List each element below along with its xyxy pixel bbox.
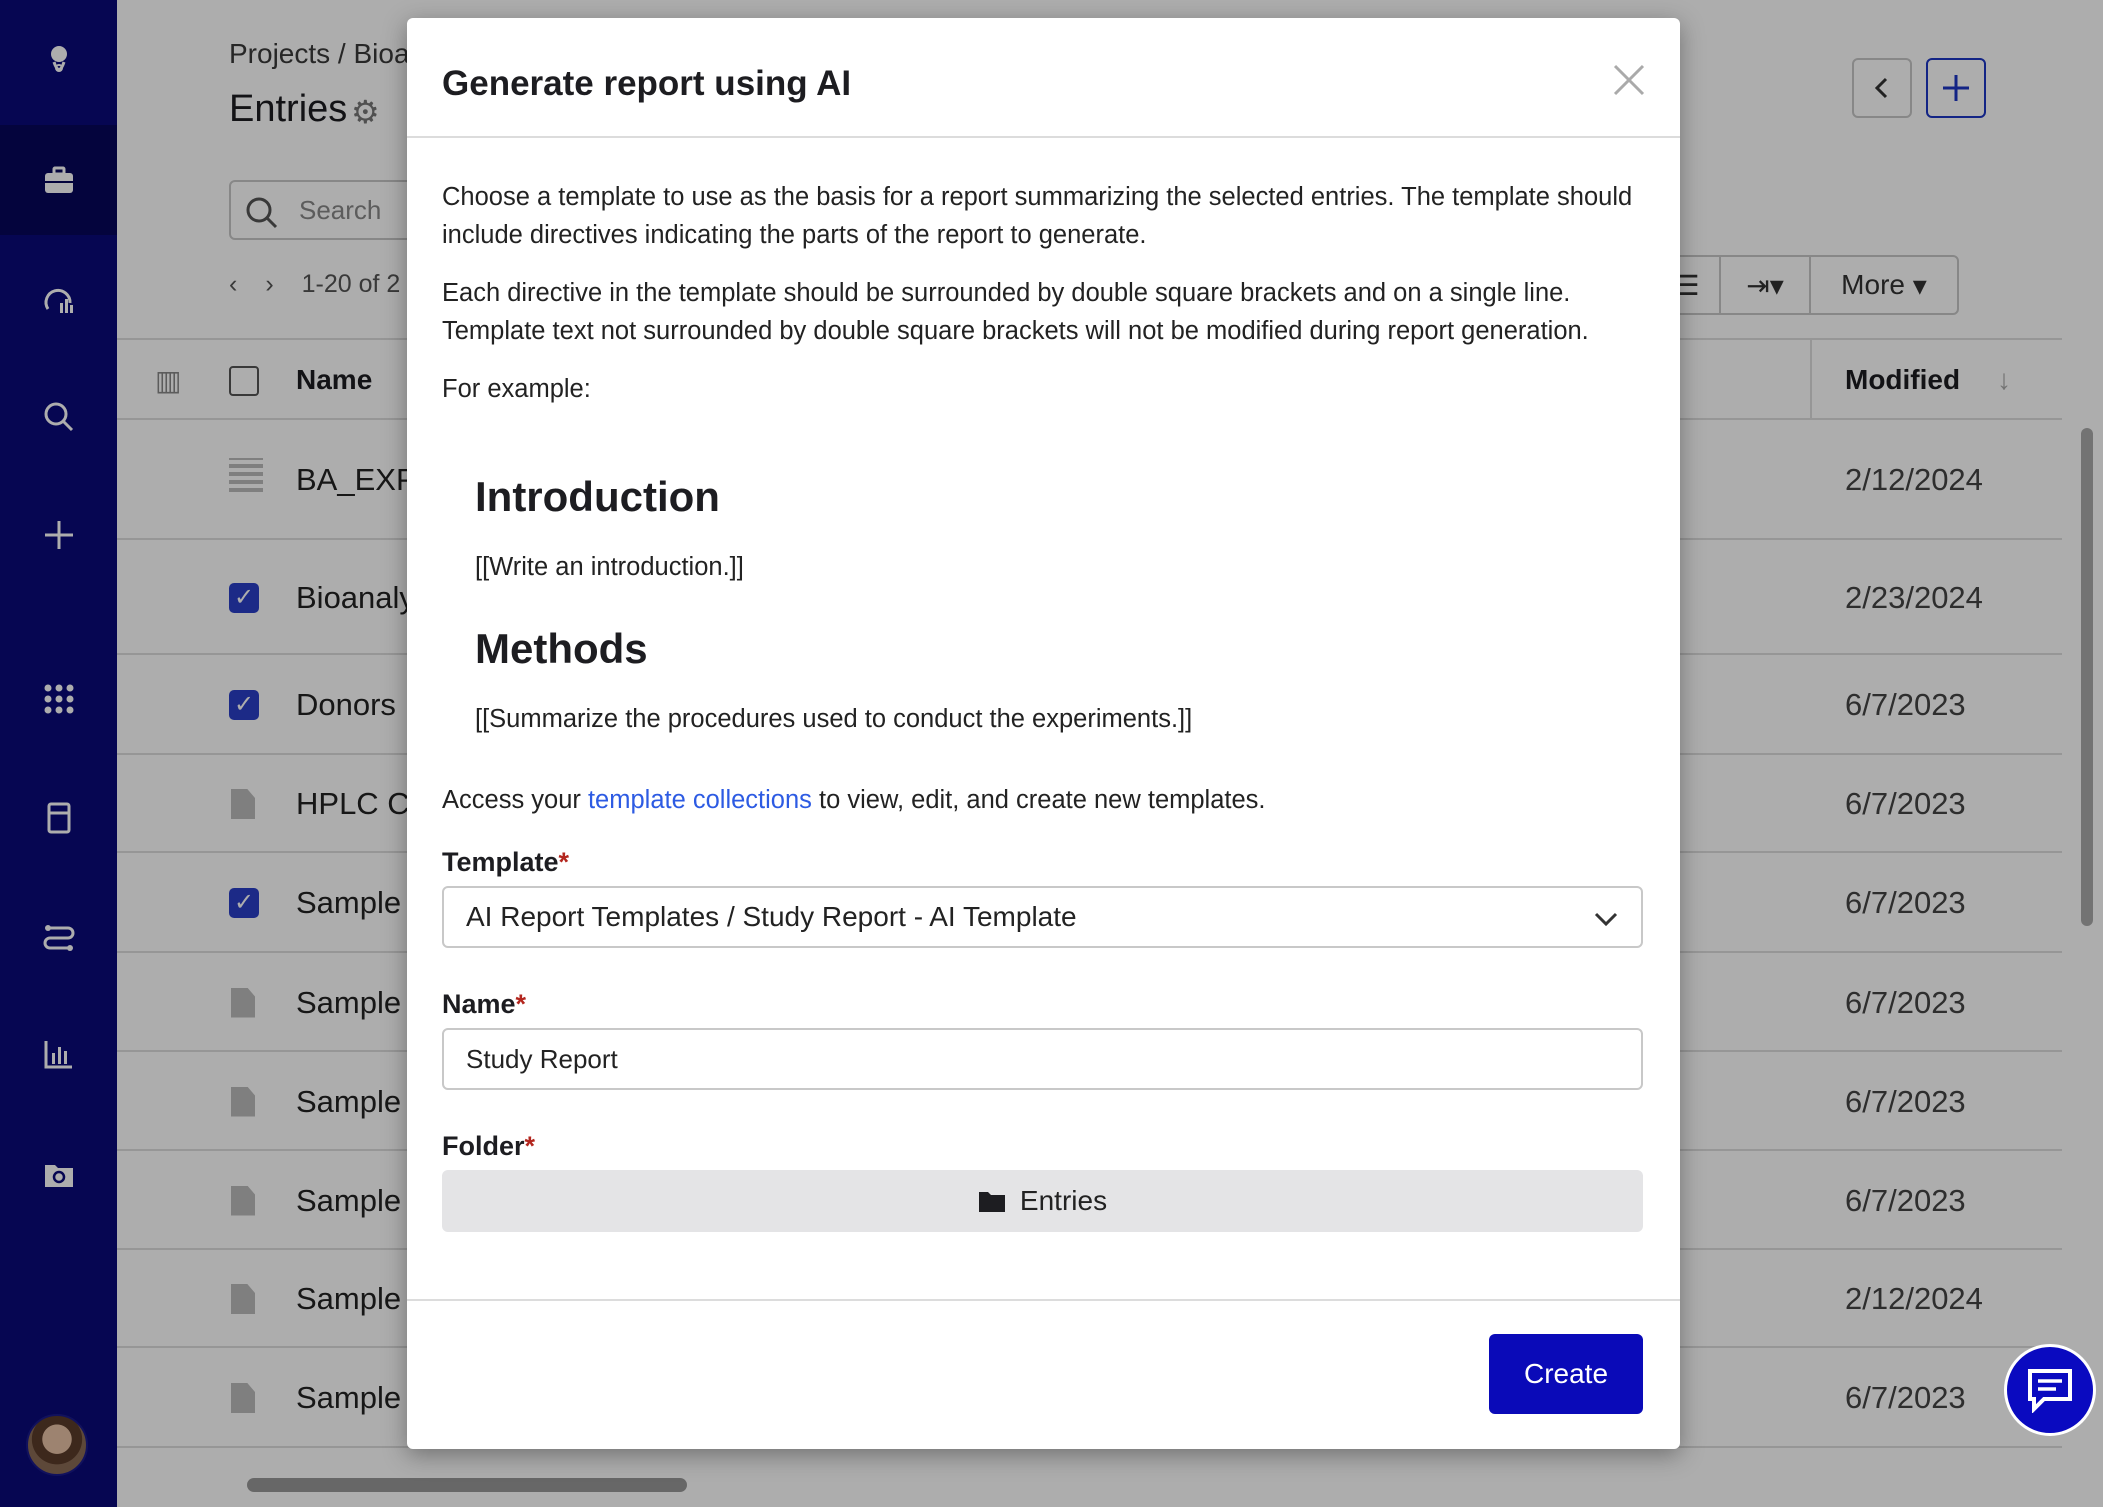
example-heading-introduction: Introduction <box>475 473 720 520</box>
dialog-footer-divider <box>407 1299 1680 1301</box>
access-suffix: to view, edit, and create new templates. <box>811 786 1266 814</box>
folder-value: Entries <box>1019 1185 1108 1216</box>
template-collections-text: Access your template collections to view… <box>442 781 1647 819</box>
example-text-methods: [[Summarize the procedures used to condu… <box>475 705 1193 733</box>
example-label: For example: <box>442 375 591 403</box>
folder-icon <box>978 1192 1005 1212</box>
dialog-title: Generate report using AI <box>442 64 852 103</box>
dialog-header: Generate report using AI <box>407 18 1680 138</box>
report-name-field[interactable]: Study Report <box>442 1028 1643 1090</box>
folder-picker-button[interactable]: Entries <box>442 1170 1643 1232</box>
template-select-value: AI Report Templates / Study Report - AI … <box>466 901 1077 932</box>
chat-support-button[interactable] <box>2004 1344 2096 1436</box>
name-label: Name* <box>442 989 527 1019</box>
chat-icon <box>2028 1369 2072 1413</box>
close-icon[interactable] <box>1611 62 1647 98</box>
report-name-value: Study Report <box>466 1044 618 1074</box>
access-prefix: Access your <box>442 786 588 814</box>
example-heading-methods: Methods <box>475 625 648 672</box>
intro-text: Choose a template to use as the basis fo… <box>442 183 1633 249</box>
generate-report-dialog: Generate report using AI Choose a templa… <box>407 18 1680 1449</box>
create-button[interactable]: Create <box>1489 1334 1643 1414</box>
chevron-down-icon <box>1594 912 1618 927</box>
template-select[interactable]: AI Report Templates / Study Report - AI … <box>442 886 1643 948</box>
template-label: Template* <box>442 847 570 877</box>
directive-note: Each directive in the template should be… <box>442 279 1589 345</box>
folder-label: Folder* <box>442 1131 536 1161</box>
template-collections-link[interactable]: template collections <box>588 786 812 814</box>
example-text-introduction: [[Write an introduction.]] <box>475 553 744 581</box>
